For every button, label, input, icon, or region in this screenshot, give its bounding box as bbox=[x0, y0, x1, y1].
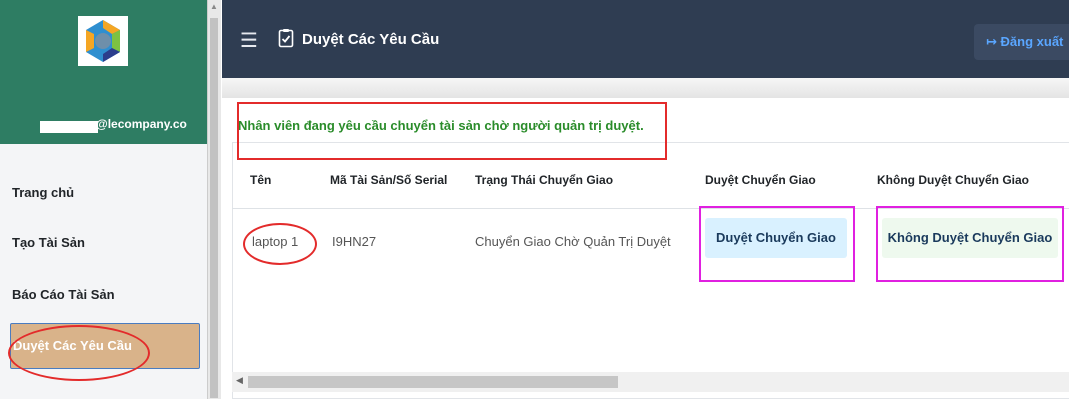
logout-label: Đăng xuất bbox=[1000, 34, 1064, 49]
header-shadow bbox=[222, 78, 1069, 98]
scroll-up-icon[interactable]: ▲ bbox=[210, 2, 218, 11]
sidebar-item-label: Tạo Tài Sản bbox=[12, 235, 85, 250]
annotation-box-reject bbox=[876, 206, 1064, 282]
sidebar-item-label: Trang chủ bbox=[12, 185, 75, 200]
scroll-left-icon[interactable]: ◀ bbox=[236, 375, 243, 386]
annotation-circle-sidebar bbox=[8, 325, 150, 381]
hamburger-icon[interactable]: ☰ bbox=[240, 28, 258, 53]
column-header-status: Trạng Thái Chuyển Giao bbox=[475, 173, 614, 187]
cell-serial: I9HN27 bbox=[332, 234, 377, 249]
scrollbar-thumb[interactable] bbox=[210, 18, 218, 398]
email-redaction bbox=[40, 121, 98, 133]
sidebar-item-home[interactable]: Trang chủ bbox=[10, 174, 200, 212]
column-header-name: Tên bbox=[250, 173, 272, 187]
annotation-circle-name bbox=[243, 223, 317, 265]
scrollbar-thumb[interactable] bbox=[248, 376, 618, 388]
sidebar-profile: @lecompany.co bbox=[0, 0, 207, 144]
user-email: @lecompany.co bbox=[96, 117, 187, 131]
column-header-serial: Mã Tài Sản/Số Serial bbox=[330, 173, 448, 187]
column-header-approve: Duyệt Chuyển Giao bbox=[705, 173, 816, 187]
logout-button[interactable]: ↦ Đăng xuất bbox=[974, 24, 1069, 60]
table-horizontal-scrollbar[interactable]: ◀ bbox=[232, 372, 1069, 392]
sidebar-item-create-asset[interactable]: Tạo Tài Sản bbox=[10, 224, 200, 262]
company-logo bbox=[78, 16, 128, 66]
sidebar-scrollbar[interactable]: ▲ bbox=[207, 0, 221, 399]
sidebar-item-asset-report[interactable]: Báo Cáo Tài Sản bbox=[10, 276, 200, 314]
cell-status: Chuyển Giao Chờ Quản Trị Duyệt bbox=[475, 234, 671, 249]
top-header: ☰ Duyệt Các Yêu Cầu ↦ Đăng xuất bbox=[222, 0, 1069, 78]
annotation-box-notice bbox=[237, 102, 667, 160]
clipboard-check-icon bbox=[278, 28, 294, 53]
column-header-reject: Không Duyệt Chuyển Giao bbox=[877, 173, 1030, 187]
page-title: Duyệt Các Yêu Cầu bbox=[302, 31, 440, 48]
sign-out-icon: ↦ bbox=[986, 34, 997, 49]
annotation-box-approve bbox=[699, 206, 855, 282]
sidebar-item-label: Báo Cáo Tài Sản bbox=[12, 287, 115, 302]
